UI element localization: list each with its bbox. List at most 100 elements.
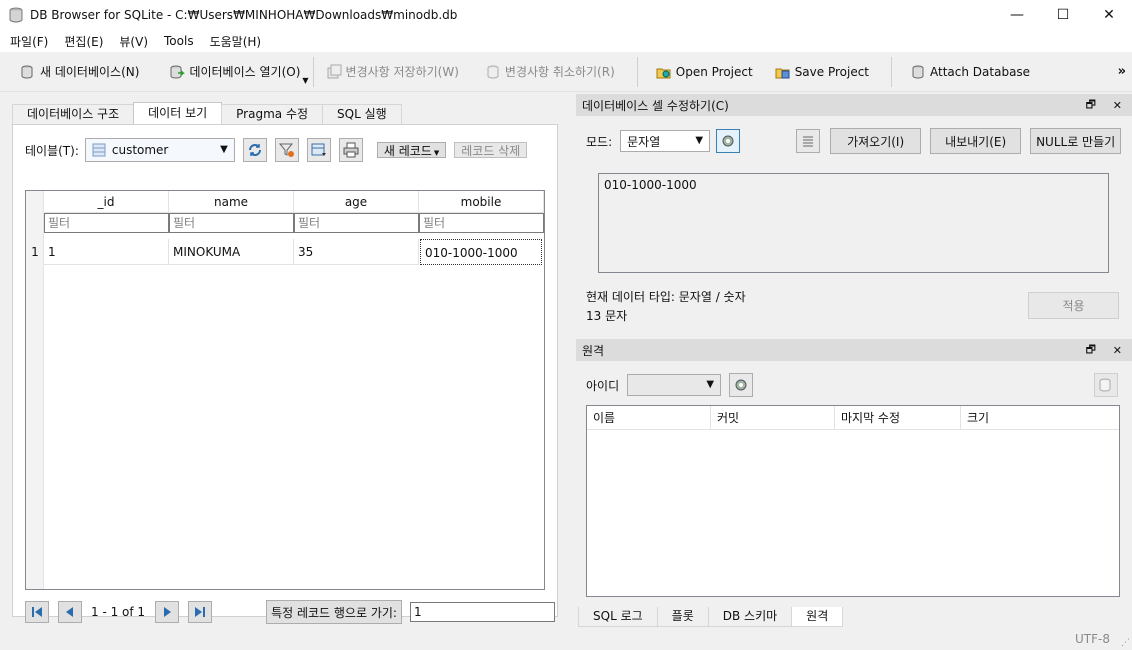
clear-filters-button[interactable] [274,138,299,162]
menu-bar: 파일(F) 편집(E) 뷰(V) Tools 도움말(H) [0,30,1132,52]
refresh-icon [248,144,261,156]
menu-file[interactable]: 파일(F) [2,33,56,50]
mode-select[interactable]: 문자열 ▼ [620,130,711,152]
auto-switch-mode-button[interactable] [716,129,741,153]
app-database-icon [9,7,23,23]
gear-icon [722,135,734,147]
open-database-label: 데이터베이스 열기(O) [189,65,301,79]
chevron-down-icon: ▼ [695,135,704,146]
menu-tools[interactable]: Tools [156,34,202,48]
toolbar-overflow-button[interactable]: » [1118,64,1126,79]
write-changes-button[interactable]: 변경사항 저장하기(W) [318,57,467,87]
column-header-commit[interactable]: 커밋 [711,406,835,430]
goto-record-button[interactable]: 특정 레코드 행으로 가기: [266,600,402,624]
filter-input-name[interactable]: 필터 [169,213,294,233]
tab-browse-data[interactable]: 데이터 보기 [133,102,223,124]
filter-input-age[interactable]: 필터 [294,213,419,233]
word-wrap-button[interactable] [796,129,821,153]
maximize-button[interactable]: ☐ [1040,0,1086,30]
attach-database-button[interactable]: Attach Database [902,57,1038,87]
resize-grip-icon[interactable]: ⋰ [1121,638,1130,648]
tab-db-schema[interactable]: DB 스키마 [707,607,793,627]
set-null-button[interactable]: NULL로 만들기 [1030,128,1122,154]
float-dock-icon[interactable]: 🗗 [1086,96,1096,115]
last-record-button[interactable] [188,601,213,623]
toolbar-separator [636,56,638,87]
minimize-button[interactable]: — [994,0,1040,30]
push-database-icon [1099,378,1111,392]
print-button[interactable] [338,138,363,162]
tab-plot[interactable]: 플롯 [656,607,709,627]
save-project-button[interactable]: Save Project [767,57,877,87]
column-header-name[interactable]: name [169,191,294,213]
tab-remote[interactable]: 원격 [791,607,844,627]
edit-mode-row: 모드: 문자열 ▼ 가져오기(I) 내보내기(E) NULL로 만들기 [586,128,1122,154]
new-record-button[interactable]: 새 레코드 ▼ [376,142,447,158]
previous-icon [66,607,73,617]
remote-file-list: 이름 커밋 마지막 수정 크기 [586,405,1120,597]
tab-execute-sql[interactable]: SQL 실행 [322,104,402,124]
close-dock-icon[interactable]: ✕ [1113,344,1122,357]
column-header-id[interactable]: _id [44,191,169,213]
cell-type-info: 현재 데이터 타입: 문자열 / 숫자 13 문자 [586,288,746,326]
column-header-name[interactable]: 이름 [587,406,711,430]
import-button[interactable]: 가져오기(I) [830,128,922,154]
column-header-mobile[interactable]: mobile [419,191,544,213]
identity-select[interactable]: ▼ [627,374,722,396]
first-record-button[interactable] [25,601,49,623]
column-header-size[interactable]: 크기 [961,406,1119,430]
cell-editor[interactable]: 010-1000-1000 [598,173,1109,273]
new-database-icon [21,65,33,78]
browse-data-panel: 테이블(T): customer ▼ 새 레코드 ▼ 레코드 삭제 _id na… [12,124,558,624]
column-header-age[interactable]: age [294,191,419,213]
data-size-label: 13 문자 [586,309,628,323]
chevron-down-icon: ▼ [220,144,228,155]
new-database-button[interactable]: 새 데이터베이스(N) [12,57,147,87]
tab-sql-log[interactable]: SQL 로그 [578,607,658,627]
open-project-button[interactable]: Open Project [648,57,761,87]
close-dock-icon[interactable]: ✕ [1113,99,1122,112]
data-grid: _id name age mobile 필터 필터 필터 필터 1 1 MINO… [25,190,545,590]
table-cell-mobile[interactable]: 010-1000-1000 [420,239,542,265]
open-database-button[interactable]: 데이터베이스 열기(O) [161,57,308,87]
refresh-button[interactable] [242,138,267,162]
menu-view[interactable]: 뷰(V) [111,33,156,50]
apply-button[interactable]: 적용 [1028,292,1119,319]
close-button[interactable]: ✕ [1086,0,1132,30]
row-header[interactable]: 1 [26,239,44,265]
filter-input-mobile[interactable]: 필터 [419,213,544,233]
remote-dock-title: 원격 🗗 ✕ [576,339,1132,361]
save-table-button[interactable] [306,138,331,162]
open-project-label: Open Project [675,64,753,79]
filter-input-id[interactable]: 필터 [44,213,169,233]
remote-title: 원격 [582,343,605,358]
table-cell-age[interactable]: 35 [294,239,419,265]
open-database-icon [170,65,186,78]
float-dock-icon[interactable]: 🗗 [1086,341,1096,360]
new-database-label: 새 데이터베이스(N) [40,65,140,79]
previous-record-button[interactable] [58,601,82,623]
toolbar-separator [891,56,893,87]
revert-changes-button[interactable]: 변경사항 취소하기(R) [477,57,623,87]
next-record-button[interactable] [155,601,180,623]
main-tab-widget: 데이터베이스 구조 데이터 보기 Pragma 수정 SQL 실행 테이블(T)… [12,102,558,624]
edit-cell-panel: 모드: 문자열 ▼ 가져오기(I) 내보내기(E) NULL로 만들기 010-… [576,116,1132,338]
table-cell-id[interactable]: 1 [44,239,169,265]
attach-database-icon [912,65,924,78]
mode-label: 모드: [586,134,613,149]
save-project-icon [775,68,790,78]
table-select[interactable]: customer ▼ [84,138,235,162]
remote-push-button[interactable] [1094,373,1118,397]
tab-edit-pragmas[interactable]: Pragma 수정 [221,104,324,124]
goto-record-input[interactable]: 1 [409,602,555,622]
delete-record-button[interactable]: 레코드 삭제 [454,142,528,158]
export-button[interactable]: 내보내기(E) [930,128,1022,154]
menu-help[interactable]: 도움말(H) [202,33,270,50]
dock-tab-bar: SQL 로그 플롯 DB 스키마 원격 [578,607,844,627]
column-header-last-modified[interactable]: 마지막 수정 [835,406,961,430]
menu-edit[interactable]: 편집(E) [56,33,111,50]
identity-settings-button[interactable] [729,373,754,397]
tab-database-structure[interactable]: 데이터베이스 구조 [12,104,135,124]
table-cell-name[interactable]: MINOKUMA [169,239,294,265]
open-database-dropdown-arrow[interactable]: ▼ [302,76,308,85]
